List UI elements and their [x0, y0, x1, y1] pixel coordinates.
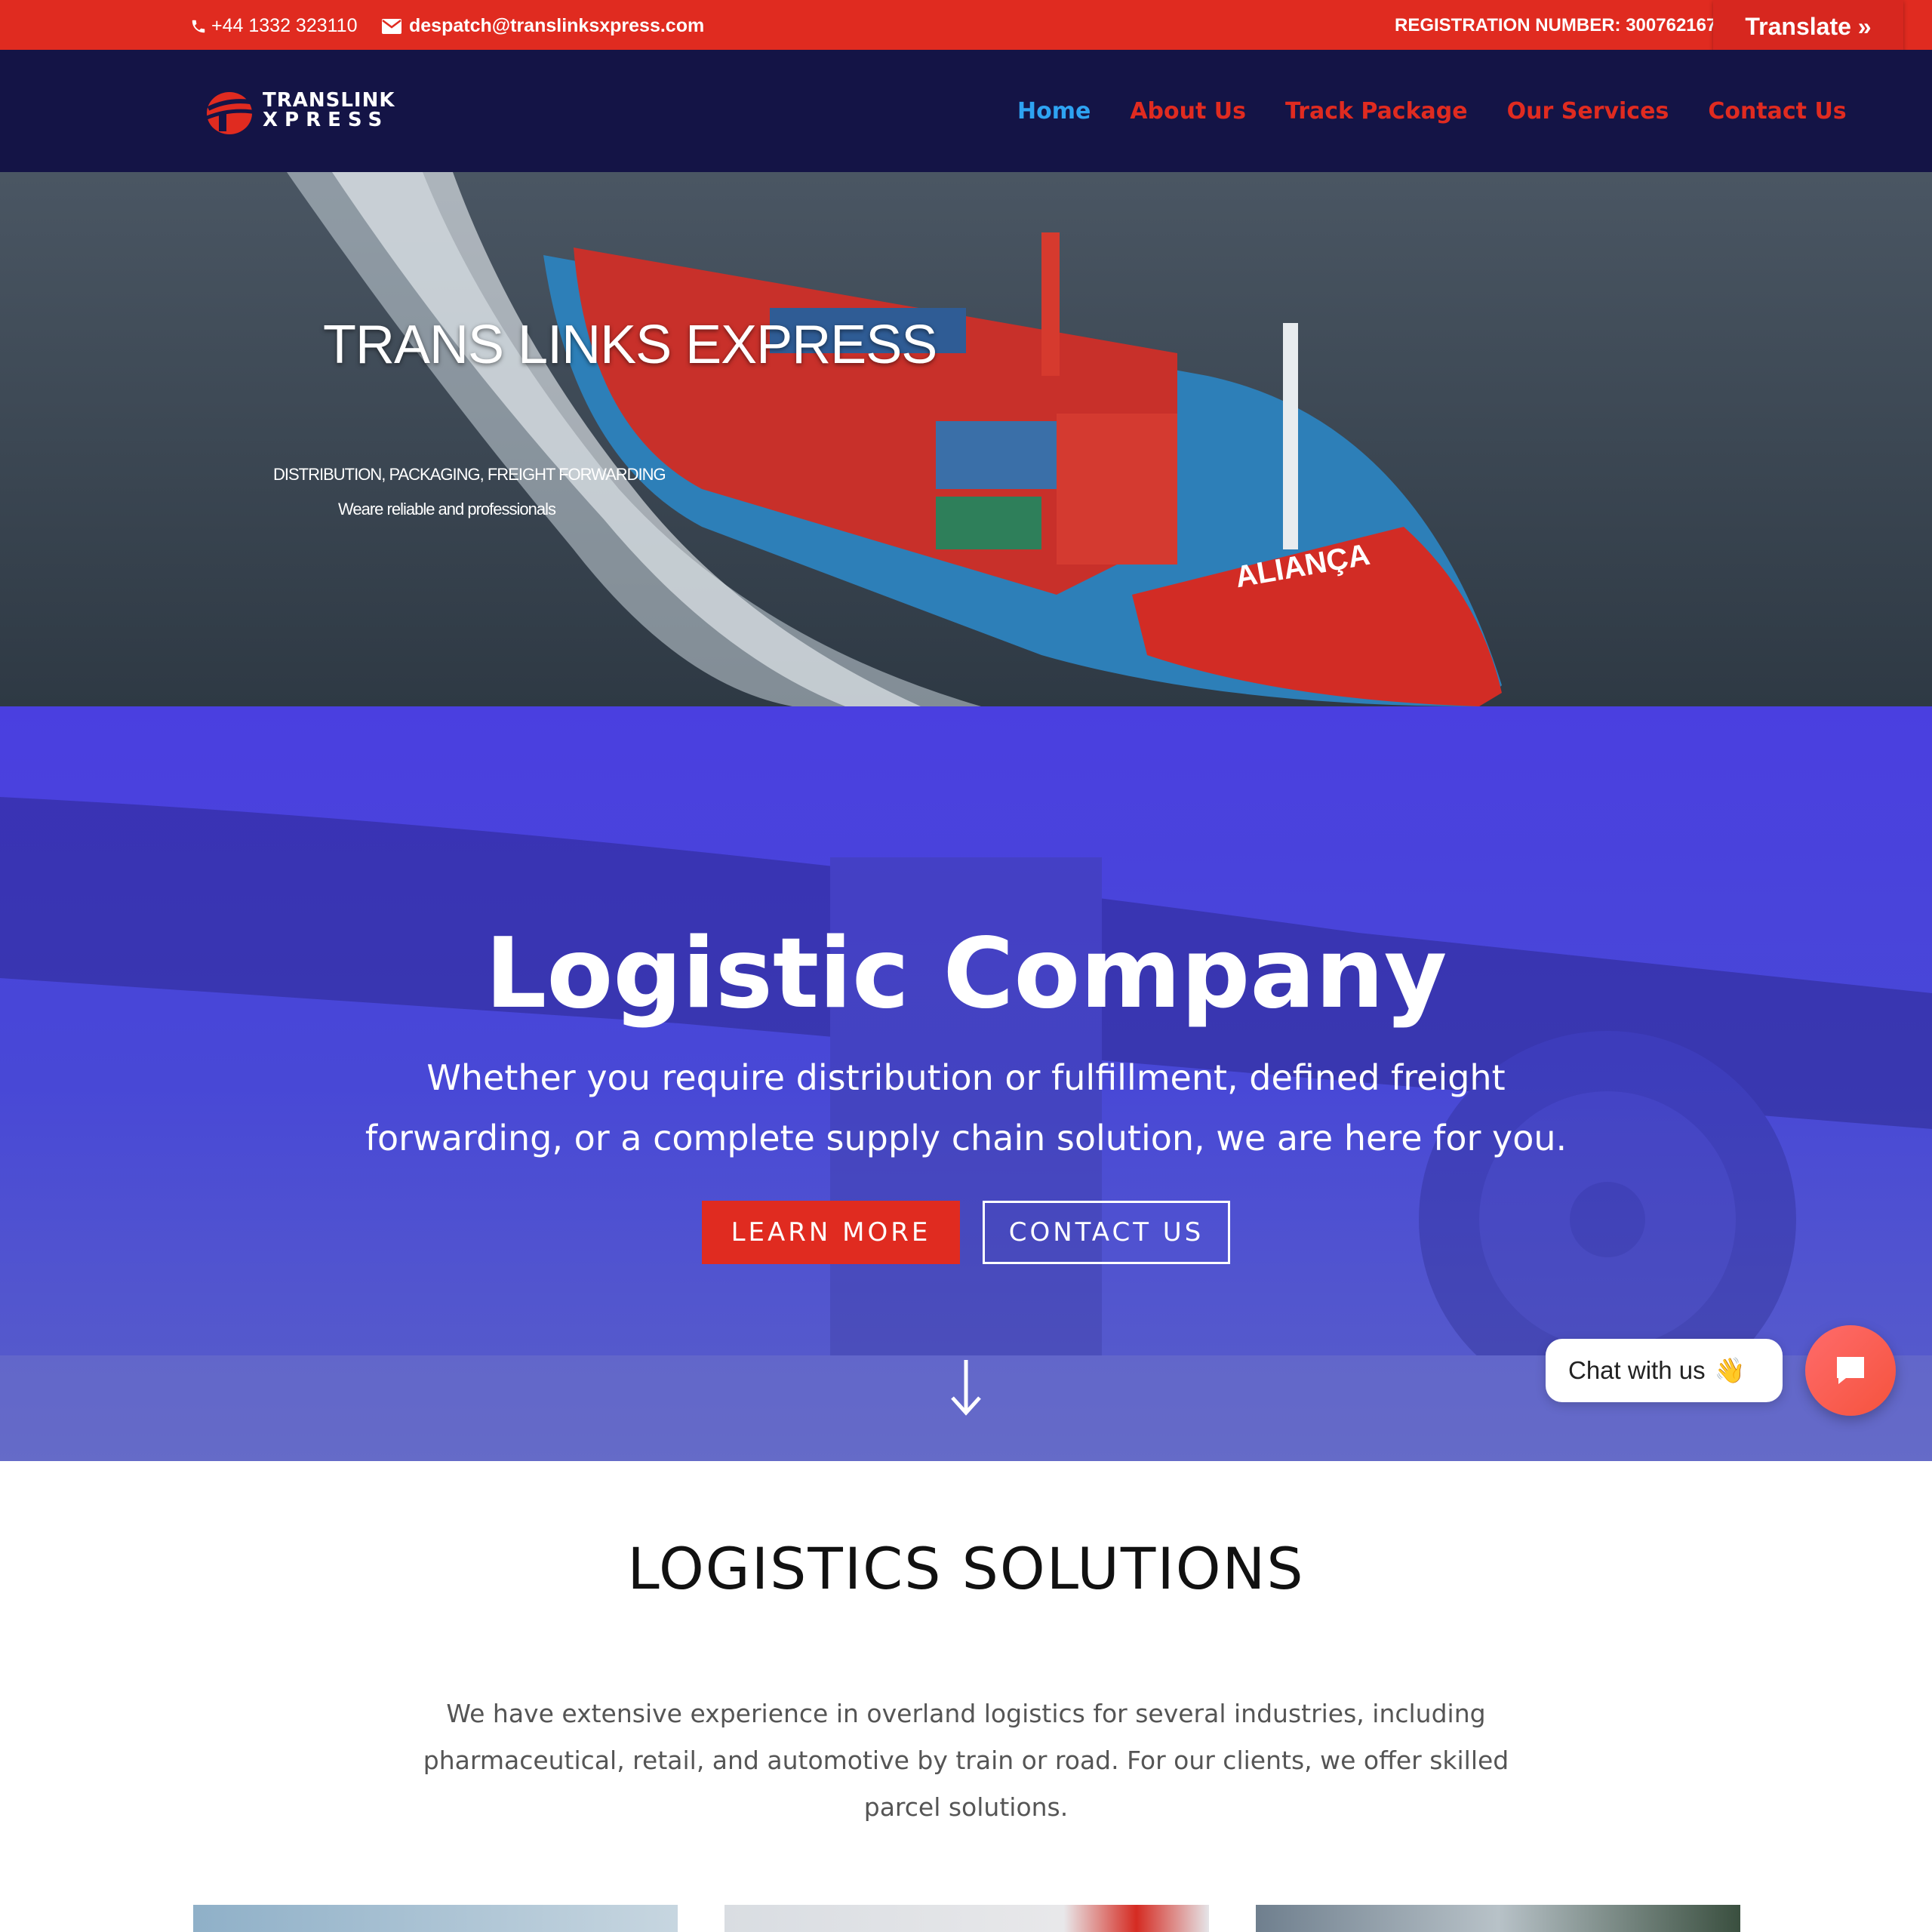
scroll-down-arrow-icon[interactable] — [948, 1357, 984, 1417]
intro-text: Whether you require distribution or fulf… — [365, 1057, 1567, 1158]
site-logo[interactable]: TRANSLINK XPRESS — [202, 86, 395, 137]
logo-globe-icon — [206, 92, 263, 134]
chat-prompt[interactable]: Chat with us 👋 — [1546, 1339, 1783, 1402]
phone-contact[interactable]: +44 1332 323110 — [190, 15, 357, 37]
envelope-icon — [382, 18, 401, 34]
chat-icon — [1837, 1357, 1864, 1384]
contact-us-button[interactable]: CONTACT US — [983, 1201, 1230, 1264]
cargo-ship-image — [0, 172, 1932, 706]
phone-number: +44 1332 323110 — [211, 15, 358, 36]
chat-launcher-button[interactable] — [1805, 1325, 1896, 1416]
solution-card-image[interactable] — [1256, 1905, 1740, 1932]
translate-button[interactable]: Translate » — [1713, 0, 1903, 53]
intro-title: Logistic Company — [485, 918, 1447, 1030]
nav-about-us[interactable]: About Us — [1130, 98, 1246, 125]
hero-tagline: Weare reliable and professionals — [338, 500, 556, 518]
logo-text: TRANSLINK XPRESS — [263, 91, 395, 130]
hero-slider: TRANS LINKS EXPRESS DISTRIBUTION, PACKAG… — [0, 172, 1932, 706]
waving-hand-icon: 👋 — [1714, 1355, 1746, 1384]
chat-label: Chat with us — [1568, 1356, 1706, 1384]
registration-number: REGISTRATION NUMBER: 300762167 — [1395, 15, 1715, 35]
solution-card-image[interactable] — [724, 1905, 1209, 1932]
hero-title: TRANS LINKS EXPRESS — [323, 315, 937, 375]
main-nav: Home About Us Track Package Our Services… — [1017, 98, 1847, 125]
hero-subtitle: DISTRIBUTION, PACKAGING, FREIGHT FORWARD… — [273, 465, 666, 484]
phone-icon — [192, 20, 205, 32]
logo-line-1: TRANSLINK — [263, 89, 395, 112]
top-bar: +44 1332 323110 despatch@translinksxpres… — [0, 0, 1932, 50]
site-header: TRANSLINK XPRESS Home About Us Track Pac… — [0, 50, 1932, 172]
nav-contact-us[interactable]: Contact Us — [1708, 98, 1846, 125]
logo-line-2: XPRESS — [263, 109, 389, 131]
nav-track-package[interactable]: Track Package — [1285, 98, 1468, 125]
solutions-text: We have extensive experience in overland… — [423, 1699, 1509, 1822]
solution-card-image[interactable] — [193, 1905, 678, 1932]
email-address: despatch@translinksxpress.com — [409, 15, 705, 36]
nav-our-services[interactable]: Our Services — [1507, 98, 1669, 125]
nav-home[interactable]: Home — [1017, 98, 1091, 125]
learn-more-button[interactable]: LEARN MORE — [702, 1201, 960, 1264]
email-contact[interactable]: despatch@translinksxpress.com — [382, 15, 704, 37]
solutions-title: LOGISTICS SOLUTIONS — [627, 1535, 1305, 1602]
